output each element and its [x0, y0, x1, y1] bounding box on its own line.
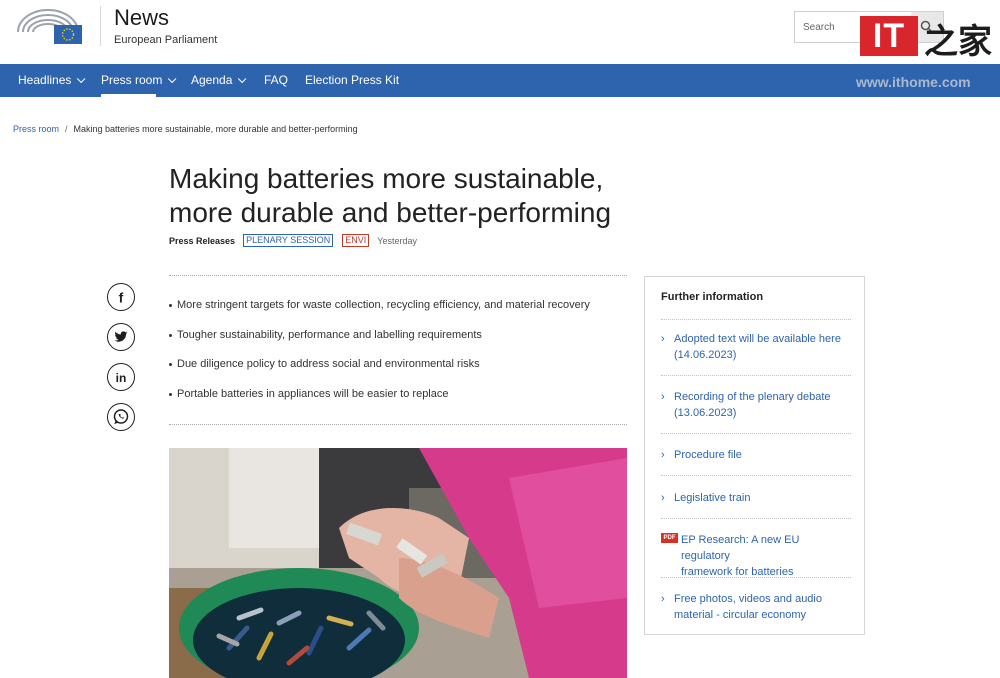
summary-bullet: Tougher sustainability, performance and …: [169, 329, 482, 341]
article-meta: Press Releases PLENARY SESSION ENVI Yest…: [169, 234, 417, 247]
site-header: News European Parliament: [0, 0, 1000, 64]
summary-bullet: Due diligence policy to address social a…: [169, 358, 480, 370]
nav-item-press-room[interactable]: Press room: [101, 64, 177, 97]
ithome-cn-text: 之家: [924, 22, 992, 62]
nav-label: Election Press Kit: [305, 73, 400, 87]
chevron-down-icon: [238, 74, 247, 84]
page-title: Making batteries more sustainable, more …: [169, 162, 649, 230]
summary-bullet-text: Portable batteries in appliances will be…: [177, 388, 449, 400]
share-linkedin-button[interactable]: in: [107, 363, 135, 391]
european-parliament-logo[interactable]: [16, 6, 84, 46]
bullet-dot: [169, 362, 172, 366]
link-label: EP Research: A new EU regulatory: [681, 534, 800, 562]
nav-label: Headlines: [18, 73, 72, 87]
further-info-divider: [661, 518, 851, 519]
twitter-icon: [114, 331, 128, 342]
bullet-dot: [169, 303, 172, 307]
further-link-legislative-train[interactable]: › Legislative train: [661, 490, 851, 506]
link-label: Recording of the plenary debate: [674, 391, 831, 403]
further-info-divider: [661, 475, 851, 476]
further-info-divider: [661, 375, 851, 376]
link-label: Procedure file: [674, 449, 742, 461]
pdf-icon: PDF: [661, 533, 678, 543]
nav-item-faq[interactable]: FAQ: [264, 64, 288, 97]
ithome-logo: IT: [860, 16, 918, 56]
chevron-down-icon: [77, 74, 86, 84]
link-label: Adopted text will be available here: [674, 333, 841, 345]
title-line-1: Making batteries more sustainable,: [169, 163, 604, 194]
further-information-panel: Further information › Adopted text will …: [644, 276, 865, 635]
main-nav: Headlines Press room Agenda FAQ Election…: [0, 64, 1000, 97]
breadcrumb-press-room[interactable]: Press room: [13, 124, 59, 134]
article-type: Press Releases: [169, 235, 236, 246]
further-link-plenary-debate[interactable]: › Recording of the plenary debate (13.06.…: [661, 389, 851, 421]
share-twitter-button[interactable]: [107, 323, 135, 351]
further-link-free-photos[interactable]: › Free photos, videos and audio material …: [661, 591, 851, 623]
nav-active-indicator: [101, 94, 156, 97]
article-date: Yesterday: [377, 235, 417, 246]
further-info-divider: [661, 577, 851, 578]
link-label-line2: (13.06.2023): [674, 407, 737, 419]
bullets-bottom-divider: [169, 424, 627, 425]
nav-item-headlines[interactable]: Headlines: [18, 64, 86, 97]
link-label-line2: (14.06.2023): [674, 349, 737, 361]
summary-bullet-text: More stringent targets for waste collect…: [177, 299, 590, 311]
nav-label: Agenda: [191, 73, 233, 87]
nav-item-election-press-kit[interactable]: Election Press Kit: [305, 64, 399, 97]
chevron-right-icon: ›: [661, 333, 665, 345]
further-link-procedure-file[interactable]: › Procedure file: [661, 447, 851, 463]
summary-bullet: Portable batteries in appliances will be…: [169, 388, 449, 400]
summary-bullet-text: Due diligence policy to address social a…: [177, 358, 480, 370]
logo-divider: [100, 6, 101, 46]
further-information-heading: Further information: [661, 291, 764, 303]
bullets-top-divider: [169, 275, 627, 276]
bullet-dot: [169, 392, 172, 396]
link-label-line2: material - circular economy: [674, 609, 807, 621]
linkedin-icon: in: [116, 371, 127, 384]
ithome-url: www.ithome.com: [856, 74, 971, 90]
further-info-divider: [661, 433, 851, 434]
chevron-right-icon: ›: [661, 593, 665, 605]
nav-label: Press room: [101, 73, 163, 87]
bullet-dot: [169, 333, 172, 337]
link-label: Legislative train: [674, 492, 751, 504]
tag-plenary-session[interactable]: PLENARY SESSION: [243, 234, 334, 247]
further-link-ep-research[interactable]: PDF EP Research: A new EU regulatory fram…: [661, 532, 851, 580]
title-line-2: more durable and better-performing: [169, 197, 612, 228]
chevron-right-icon: ›: [661, 449, 665, 461]
summary-bullet-text: Tougher sustainability, performance and …: [177, 329, 482, 341]
chevron-right-icon: ›: [661, 391, 665, 403]
share-facebook-button[interactable]: f: [107, 283, 135, 311]
share-whatsapp-button[interactable]: [107, 403, 135, 431]
link-label: Free photos, videos and audio: [674, 593, 822, 605]
breadcrumb-separator: /: [65, 124, 68, 134]
tag-envi[interactable]: ENVI: [342, 234, 370, 247]
nav-item-agenda[interactable]: Agenda: [191, 64, 247, 97]
further-link-adopted-text[interactable]: › Adopted text will be available here (14…: [661, 331, 851, 363]
breadcrumb-current: Making batteries more sustainable, more …: [73, 124, 358, 134]
site-title[interactable]: News: [114, 5, 169, 31]
svg-text:f: f: [119, 290, 124, 304]
chevron-down-icon: [168, 74, 177, 84]
site-subtitle: European Parliament: [114, 34, 218, 46]
breadcrumb: Press room / Making batteries more sustain…: [13, 124, 358, 134]
summary-bullet: More stringent targets for waste collect…: [169, 299, 590, 311]
chevron-right-icon: ›: [661, 492, 665, 504]
svg-text:in: in: [116, 371, 127, 384]
article-photo: [169, 448, 627, 678]
whatsapp-icon: [113, 409, 129, 424]
nav-label: FAQ: [264, 73, 289, 87]
further-info-divider: [661, 319, 851, 320]
facebook-icon: f: [119, 290, 124, 304]
